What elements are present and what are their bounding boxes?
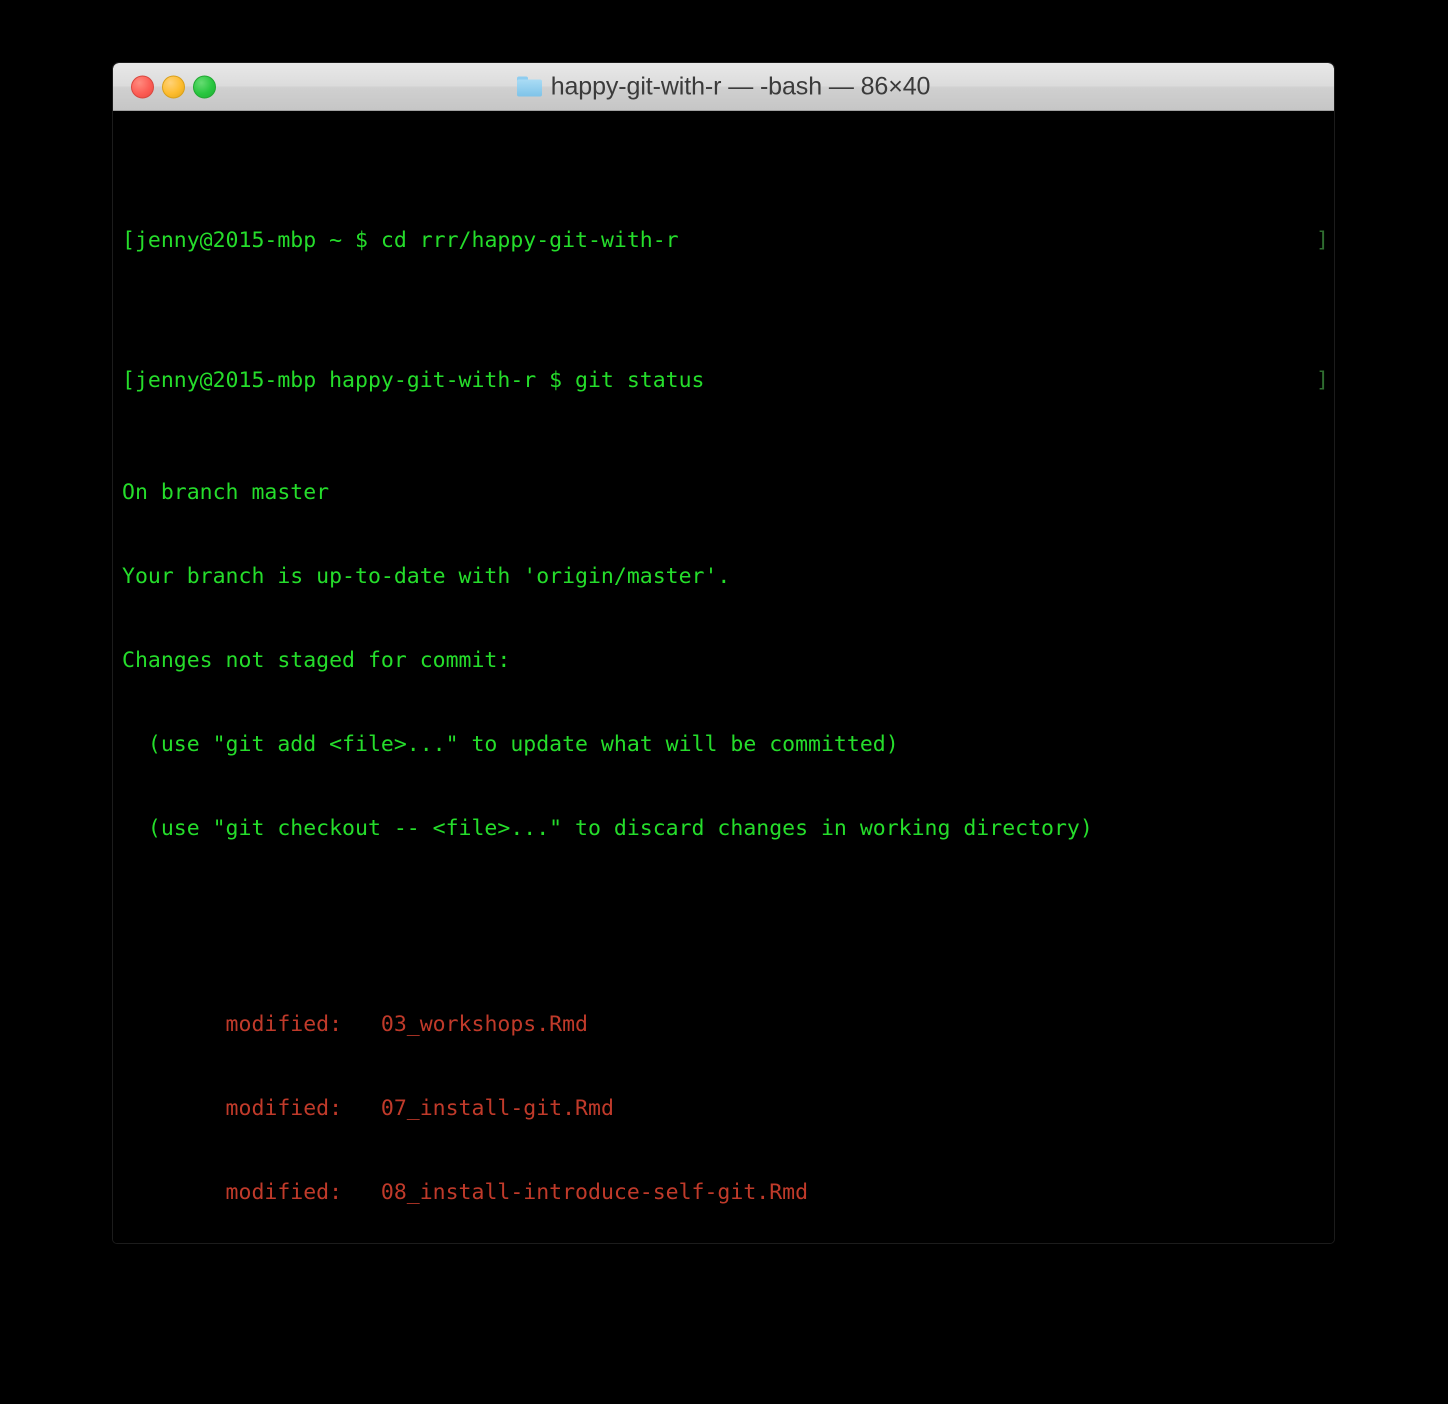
terminal-row-prompt-git-status: [jenny@2015-mbp happy-git-with-r $ git s… xyxy=(122,367,1334,395)
modified-file-row: modified: 07_install-git.Rmd xyxy=(122,1095,1334,1123)
line-wrap-marker: ] xyxy=(1316,367,1329,395)
status-tracking: Your branch is up-to-date with 'origin/m… xyxy=(122,563,1334,591)
command-cd: cd rrr/happy-git-with-r xyxy=(381,228,679,253)
modified-label: modified: xyxy=(122,1012,381,1037)
line-wrap-marker: ] xyxy=(1316,227,1329,255)
close-button[interactable] xyxy=(131,75,154,98)
modified-filename: 08_install-introduce-self-git.Rmd xyxy=(381,1180,808,1205)
screen: happy-git-with-r — -bash — 86×40 [jenny@… xyxy=(0,0,1448,1404)
modified-filename: 07_install-git.Rmd xyxy=(381,1096,614,1121)
window-titlebar[interactable]: happy-git-with-r — -bash — 86×40 xyxy=(113,63,1334,111)
traffic-light-group xyxy=(131,75,216,98)
terminal-row-prompt-cd: [jenny@2015-mbp ~ $ cd rrr/happy-git-wit… xyxy=(122,227,1334,255)
modified-label: modified: xyxy=(122,1180,381,1205)
status-changes-header: Changes not staged for commit: xyxy=(122,647,1334,675)
prompt-repo: [jenny@2015-mbp happy-git-with-r $ xyxy=(122,368,575,393)
window-title-group: happy-git-with-r — -bash — 86×40 xyxy=(113,72,1334,101)
status-branch: On branch master xyxy=(122,479,1334,507)
modified-filename: 03_workshops.Rmd xyxy=(381,1012,588,1037)
command-git-status: git status xyxy=(575,368,704,393)
status-hint-add: (use "git add <file>..." to update what … xyxy=(122,731,1334,759)
terminal-lines: [jenny@2015-mbp ~ $ cd rrr/happy-git-wit… xyxy=(113,115,1334,1244)
modified-label: modified: xyxy=(122,1096,381,1121)
status-hint-checkout: (use "git checkout -- <file>..." to disc… xyxy=(122,815,1334,843)
modified-file-row: modified: 03_workshops.Rmd xyxy=(122,1011,1334,1039)
maximize-button[interactable] xyxy=(193,75,216,98)
minimize-button[interactable] xyxy=(162,75,185,98)
blank-line xyxy=(122,899,1334,927)
terminal-window: happy-git-with-r — -bash — 86×40 [jenny@… xyxy=(112,62,1335,1244)
prompt-home: [jenny@2015-mbp ~ $ xyxy=(122,228,381,253)
terminal-content[interactable]: [jenny@2015-mbp ~ $ cd rrr/happy-git-wit… xyxy=(113,111,1334,1244)
folder-icon xyxy=(517,77,542,97)
modified-file-row: modified: 08_install-introduce-self-git.… xyxy=(122,1179,1334,1207)
window-title: happy-git-with-r — -bash — 86×40 xyxy=(551,72,931,101)
